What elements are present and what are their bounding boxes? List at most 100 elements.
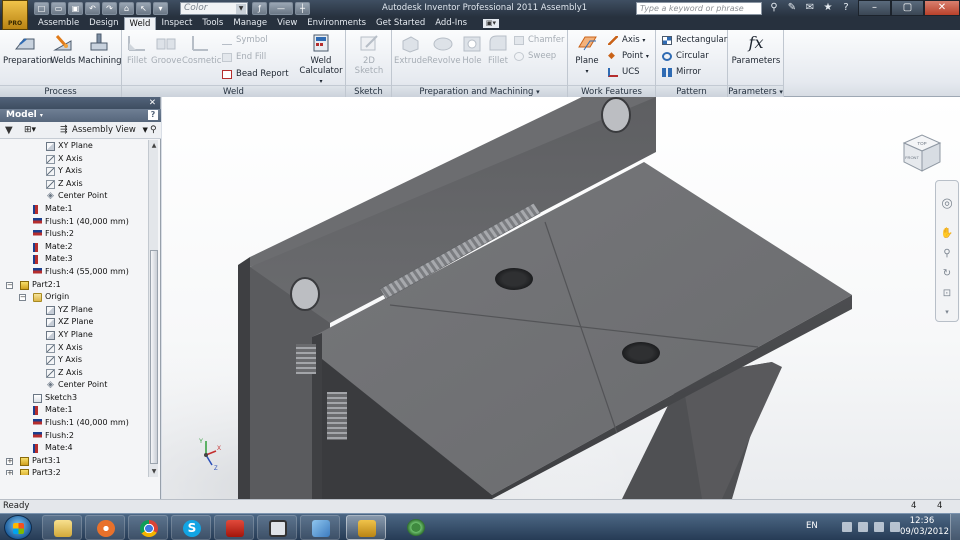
symbol-button[interactable]: Symbol <box>222 34 268 47</box>
tab-design[interactable]: Design <box>84 17 123 30</box>
undo-icon[interactable]: ↶ <box>85 2 100 15</box>
groove-weld-button[interactable]: Groove <box>151 33 182 66</box>
end-fill-button[interactable]: End Fill <box>222 51 266 64</box>
welds-button[interactable]: Welds <box>49 33 77 66</box>
tree-node[interactable]: XY Plane <box>0 329 148 342</box>
tree-node[interactable]: X Axis <box>0 342 148 355</box>
extrude-button[interactable]: Extrude <box>394 33 427 66</box>
redo-icon[interactable]: ↷ <box>102 2 117 15</box>
tree-node[interactable]: − Origin <box>0 291 148 304</box>
scroll-down-icon[interactable]: ▼ <box>150 467 158 476</box>
expand-icon[interactable]: + <box>6 457 13 465</box>
taskbar-media-player[interactable] <box>85 515 125 540</box>
taskbar-gear-app[interactable] <box>393 515 439 540</box>
axis-button[interactable]: Axis ▾ <box>608 34 645 47</box>
pan-icon[interactable]: ✋ <box>939 227 955 241</box>
binoculars-icon[interactable]: ⚲ <box>768 2 780 14</box>
taskbar-explorer[interactable] <box>42 515 82 540</box>
tree-node[interactable]: Mate:3 <box>0 253 148 266</box>
new-icon[interactable]: □ <box>34 2 49 15</box>
home-icon[interactable]: ⌂ <box>119 2 134 15</box>
tree-node[interactable]: Z Axis <box>0 178 148 191</box>
help-icon[interactable]: ? <box>148 110 158 120</box>
model-dropdown[interactable]: Model ▾ ? <box>0 109 161 122</box>
ribbon-options-icon[interactable]: ▣▾ <box>483 19 499 28</box>
tree-node[interactable]: Flush:1 (40,000 mm) <box>0 216 148 229</box>
tree-node[interactable]: ◈ Center Point <box>0 190 148 203</box>
tree-node[interactable]: Mate:2 <box>0 241 148 254</box>
collapse-icon[interactable]: − <box>19 294 26 302</box>
tab-manage[interactable]: Manage <box>228 17 272 30</box>
machining-button[interactable]: Machining <box>78 33 122 66</box>
mirror-button[interactable]: Mirror <box>662 66 701 79</box>
fillet-weld-button[interactable]: Fillet <box>125 33 149 66</box>
tree-node[interactable]: Z Axis <box>0 367 148 380</box>
measure-icon[interactable]: ┼ <box>295 2 310 15</box>
look-at-icon[interactable]: ⊡ <box>939 287 955 301</box>
communication-center-icon[interactable]: ✉ <box>804 2 816 14</box>
tree-node[interactable]: XZ Plane <box>0 316 148 329</box>
tree-node[interactable]: Y Axis <box>0 354 148 367</box>
tree-node[interactable]: Y Axis <box>0 165 148 178</box>
viewcube[interactable]: TOP FRONT <box>900 129 944 173</box>
tab-add-ins[interactable]: Add-Ins <box>430 17 472 30</box>
tree-node[interactable]: Mate:1 <box>0 203 148 216</box>
tab-view[interactable]: View <box>272 17 302 30</box>
point-button[interactable]: ◆ Point ▾ <box>608 50 649 63</box>
start-button[interactable] <box>4 515 32 540</box>
taskbar-video-app[interactable] <box>257 515 297 540</box>
open-icon[interactable]: ▭ <box>51 2 66 15</box>
hole-button[interactable]: Hole <box>460 33 484 66</box>
circular-pattern-button[interactable]: Circular <box>662 50 709 63</box>
taskbar-skype[interactable]: S <box>171 515 211 540</box>
minimize-button[interactable]: – <box>858 0 891 16</box>
show-desktop-button[interactable] <box>950 514 960 540</box>
preparation-button[interactable]: Preparation <box>3 33 52 66</box>
parameters-button[interactable]: fx Parameters <box>731 33 781 66</box>
assembly-model[interactable] <box>162 97 960 499</box>
zoom-icon[interactable]: ⚲ <box>939 247 955 261</box>
restore-button[interactable]: ▢ <box>891 0 924 16</box>
browser-scrollbar[interactable]: ▲ ▼ <box>148 140 158 477</box>
clock[interactable]: 12:36 09/03/2012 <box>900 516 949 538</box>
orbit-icon[interactable]: ↻ <box>939 267 955 281</box>
plane-button[interactable]: Plane ▾ <box>572 33 602 76</box>
tree-node[interactable]: ◈ Center Point <box>0 379 148 392</box>
weld-bead-side[interactable] <box>296 344 316 374</box>
tree-node[interactable]: Flush:1 (40,000 mm) <box>0 417 148 430</box>
volume-icon[interactable] <box>874 522 884 532</box>
tree-node[interactable]: XY Plane <box>0 140 148 153</box>
tab-weld[interactable]: Weld <box>123 17 157 30</box>
chamfer-button[interactable]: Chamfer <box>514 34 565 47</box>
tab-tools[interactable]: Tools <box>197 17 228 30</box>
color-combo[interactable]: Color ▼ <box>180 2 248 15</box>
scroll-thumb[interactable] <box>150 250 158 464</box>
bead-report-button[interactable]: Bead Report <box>222 68 289 81</box>
assembly-view-dropdown[interactable]: ⇶ Assembly View ▼ <box>58 124 148 137</box>
power-icon[interactable] <box>890 522 900 532</box>
tree-node[interactable]: Flush:2 <box>0 228 148 241</box>
flag-icon[interactable] <box>842 522 852 532</box>
tree-node[interactable]: − Part2:1 <box>0 279 148 292</box>
close-button[interactable]: ✕ <box>924 0 960 16</box>
settings-icon[interactable]: ▾ <box>153 2 168 15</box>
tree-node[interactable]: YZ Plane <box>0 304 148 317</box>
graphics-viewport[interactable]: TOP FRONT ◎ ✋ ⚲ ↻ ⊡ ▾ Y X Z <box>162 97 960 499</box>
application-menu-button[interactable]: PRO <box>2 0 28 30</box>
taskbar-chrome[interactable] <box>128 515 168 540</box>
find-icon[interactable]: ⚲ <box>150 125 157 135</box>
tree-options-icon[interactable]: ⊞▾ <box>24 125 36 135</box>
cosmetic-weld-button[interactable]: Cosmetic <box>182 33 221 66</box>
tree-node[interactable]: + Part3:2 <box>0 467 148 475</box>
expand-icon[interactable]: + <box>6 470 13 475</box>
taskbar-inventor[interactable] <box>346 515 386 540</box>
steering-wheel-icon[interactable]: ◎ <box>939 197 955 211</box>
tree-node[interactable]: Sketch3 <box>0 392 148 405</box>
tab-inspect[interactable]: Inspect <box>156 17 197 30</box>
tree-node[interactable]: Mate:1 <box>0 404 148 417</box>
revolve-button[interactable]: Revolve <box>427 33 461 66</box>
network-icon[interactable] <box>858 522 868 532</box>
taskbar-control-panel[interactable] <box>300 515 340 540</box>
collapse-icon[interactable]: − <box>6 281 13 289</box>
weld-bead-gusset[interactable] <box>327 392 347 440</box>
